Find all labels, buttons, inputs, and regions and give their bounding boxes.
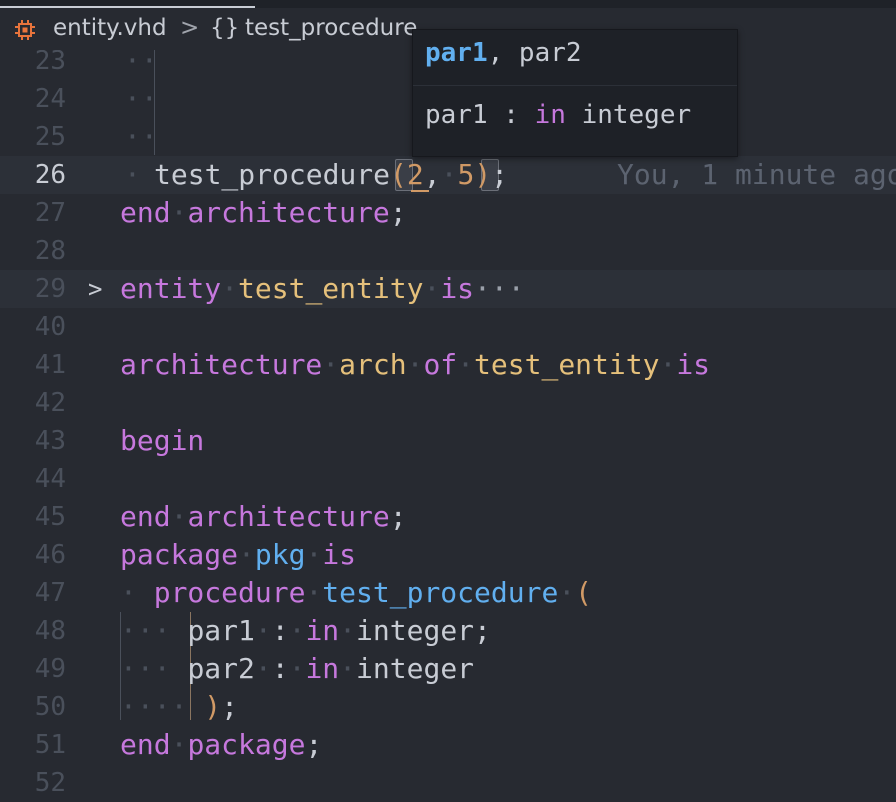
code-line-folded: 29 > entity·test_entity·is···: [0, 270, 896, 308]
signature-help-popup: par1, par2 par1 : in integer: [412, 29, 738, 157]
code-line: 27 end·architecture;: [0, 194, 896, 232]
whitespace-marker: ··: [124, 82, 158, 115]
line-number: 42: [34, 388, 66, 418]
code-text: · procedure·test_procedure·(: [120, 576, 593, 609]
line-number: 44: [34, 464, 66, 494]
code-line: 47 · procedure·test_procedure·(: [0, 574, 896, 612]
code-line: 40: [0, 308, 896, 346]
code-line: 50 ···· );: [0, 688, 896, 726]
line-number: 51: [34, 730, 66, 760]
chip-icon: [15, 20, 35, 40]
line-number: 45: [34, 502, 66, 532]
line-number: 26: [34, 160, 66, 190]
line-number: 29: [34, 274, 66, 304]
breadcrumb-file[interactable]: entity.vhd: [53, 15, 167, 41]
code-line: 48 ··· par1·:·in·integer;: [0, 612, 896, 650]
fold-chevron-icon[interactable]: >: [88, 270, 102, 308]
popup-divider: [413, 85, 737, 86]
line-number: 47: [34, 578, 66, 608]
code-text: ···· );: [120, 690, 239, 723]
code-line: 46 package·pkg·is: [0, 536, 896, 574]
code-line: 44: [0, 460, 896, 498]
line-number: 24: [34, 84, 66, 114]
code-line: 45 end·architecture;: [0, 498, 896, 536]
symbol-braces-icon: {}: [210, 15, 240, 41]
code-text: package·pkg·is: [120, 538, 357, 571]
active-parameter: par1: [425, 38, 488, 68]
line-number: 28: [34, 236, 66, 266]
fold-ellipsis[interactable]: ···: [474, 272, 525, 305]
code-text: end·package;: [120, 728, 323, 761]
code-text: architecture·arch·of·test_entity·is: [120, 348, 711, 381]
active-argument-underline: [411, 190, 429, 192]
line-number: 46: [34, 540, 66, 570]
line-number: 27: [34, 198, 66, 228]
code-text: entity·test_entity·is···: [120, 272, 525, 305]
code-line: 42: [0, 384, 896, 422]
line-number: 40: [34, 312, 66, 342]
line-number: 25: [34, 122, 66, 152]
line-number: 41: [34, 350, 66, 380]
signature-label: par1, par2: [425, 38, 582, 68]
line-number: 48: [34, 616, 66, 646]
code-line: 51 end·package;: [0, 726, 896, 764]
line-number: 52: [34, 768, 66, 798]
whitespace-marker: ··: [124, 120, 158, 153]
line-number: 50: [34, 692, 66, 722]
code-text: begin: [120, 424, 205, 457]
code-line: 43 begin: [0, 422, 896, 460]
code-line: 28: [0, 232, 896, 270]
code-text: test_procedure(2,·5);: [154, 158, 509, 191]
tab-bar: [0, 0, 896, 8]
code-text: ··· par1·:·in·integer;: [120, 614, 491, 647]
code-line: 41 architecture·arch·of·test_entity·is: [0, 346, 896, 384]
breadcrumb-symbol[interactable]: test_procedure: [245, 15, 430, 41]
code-text: end·architecture;: [120, 196, 407, 229]
code-text: end·architecture;: [120, 500, 407, 533]
line-number: 49: [34, 654, 66, 684]
line-number: 43: [34, 426, 66, 456]
code-line: 49 ··· par2·:·in·integer: [0, 650, 896, 688]
code-line-current: 26 · test_procedure(2,·5); You, 1 minute…: [0, 156, 896, 194]
code-text: ··· par2·:·in·integer: [120, 652, 475, 685]
parameter-doc: par1 : in integer: [425, 100, 692, 130]
git-blame-annotation: You, 1 minute ago: [617, 158, 896, 191]
breadcrumb-separator-icon: >: [180, 15, 200, 41]
code-line: 52: [0, 764, 896, 802]
